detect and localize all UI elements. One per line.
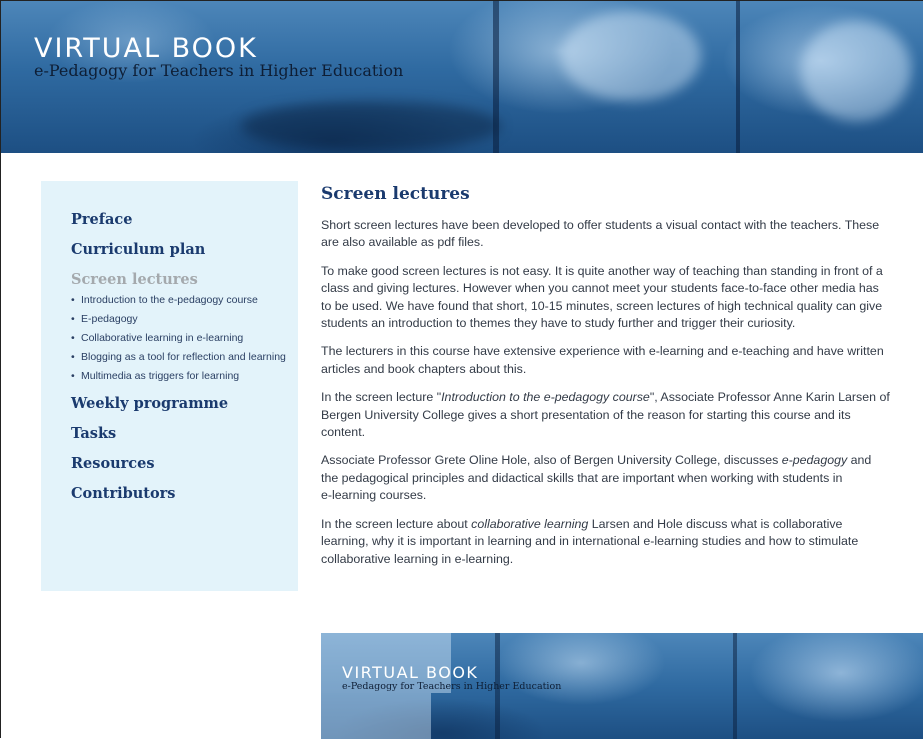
footer-logo[interactable]: VIRTUAL BOOK e-Pedagogy for Teachers in …	[342, 663, 562, 693]
site-subtitle: e-Pedagogy for Teachers in Higher Educat…	[34, 61, 404, 80]
sidebar-item-resources[interactable]: Resources	[71, 455, 298, 473]
paragraph-text: Associate Professor Grete Oline Hole, al…	[321, 453, 782, 468]
paragraph-text: Larsen and Hole discuss what is collabor…	[588, 516, 843, 531]
paragraph-text: collaborative learning in e-learning.	[321, 551, 514, 566]
paragraph-text: To make good screen lectures is not easy…	[321, 263, 883, 278]
sidebar-subitem[interactable]: Multimedia as triggers for learning	[71, 369, 286, 383]
emphasized-text: e-pedagogy	[781, 453, 848, 468]
sidebar-item-screen-lectures[interactable]: Screen lectures	[71, 271, 298, 289]
footer-subtitle: e-Pedagogy for Teachers in Higher Educat…	[342, 681, 562, 692]
banner-photo-light	[321, 693, 431, 739]
article-paragraph: To make good screen lectures is not easy…	[321, 263, 923, 333]
paragraph-text: Bergen University College gives a short …	[321, 407, 851, 422]
sidebar-subitem[interactable]: Blogging as a tool for reflection and le…	[71, 350, 286, 364]
sidebar-subnav: Introduction to the e-pedagogy course E-p…	[71, 293, 298, 383]
article-body: Short screen lectures have been develope…	[321, 217, 923, 568]
banner-photo-light	[801, 21, 911, 121]
paragraph-text: The lecturers in this course have extens…	[321, 344, 884, 359]
banner-logo[interactable]: VIRTUAL BOOK e-Pedagogy for Teachers in …	[34, 35, 403, 80]
emphasized-text: collaborative learning	[471, 516, 589, 531]
paragraph-text: articles and book chapters about this.	[321, 361, 527, 376]
paragraph-text: to be used. We have found that short, 10…	[321, 298, 883, 313]
paragraph-text: and	[847, 453, 872, 468]
paragraph-text: e-learning courses.	[321, 488, 427, 503]
article-paragraph: Associate Professor Grete Oline Hole, al…	[321, 452, 923, 504]
sidebar-item-tasks[interactable]: Tasks	[71, 425, 298, 443]
sidebar-subitem[interactable]: E-pedagogy	[71, 312, 286, 326]
footer-banner: VIRTUAL BOOK e-Pedagogy for Teachers in …	[321, 633, 923, 739]
paragraph-text: content.	[321, 425, 366, 440]
paragraph-text: learning, why it is important in learnin…	[321, 534, 859, 549]
paragraph-text: are also available as pdf files.	[321, 235, 484, 250]
footer-title: VIRTUAL BOOK	[342, 663, 479, 682]
sidebar-item-curriculum-plan[interactable]: Curriculum plan	[71, 241, 298, 259]
sidebar-subitem[interactable]: Collaborative learning in e-learning	[71, 331, 286, 345]
paragraph-text: the pedagogical principles and didactica…	[321, 470, 843, 485]
banner-photo-shadow	[241, 101, 501, 151]
sidebar-nav: Preface Curriculum plan Screen lectures Int…	[41, 181, 298, 503]
banner-photo-light	[561, 11, 701, 101]
paragraph-text: Short screen lectures have been develope…	[321, 218, 880, 232]
paragraph-text: ", Associate Professor Anne Karin Larsen…	[649, 390, 890, 405]
paragraph-text: In the screen lecture "	[321, 390, 442, 405]
sidebar-item-preface[interactable]: Preface	[71, 211, 298, 229]
main-content: Screen lectures Short screen lectures ha…	[321, 181, 923, 579]
sidebar-item-contributors[interactable]: Contributors	[71, 485, 298, 503]
sidebar-item-weekly-programme[interactable]: Weekly programme	[71, 395, 298, 413]
paragraph-text: students an introduction to themes they …	[321, 316, 796, 331]
banner-photo-pillar	[736, 1, 740, 153]
sidebar: Preface Curriculum plan Screen lectures Int…	[41, 181, 298, 591]
header-banner: VIRTUAL BOOK e-Pedagogy for Teachers in …	[1, 1, 923, 153]
banner-photo-pillar	[733, 633, 737, 739]
sidebar-subitem[interactable]: Introduction to the e-pedagogy course	[71, 293, 286, 307]
page-title: Screen lectures	[321, 184, 470, 204]
emphasized-text: Introduction to the e-pedagogy course	[441, 390, 650, 405]
site-title: VIRTUAL BOOK	[34, 33, 258, 64]
article-paragraph: In the screen lecture "Introduction to t…	[321, 389, 923, 441]
article-paragraph: Short screen lectures have been develope…	[321, 217, 923, 252]
article-paragraph: In the screen lecture about collaborativ…	[321, 516, 923, 568]
article-paragraph: The lecturers in this course have extens…	[321, 343, 923, 378]
paragraph-text: class and giving lectures. However when …	[321, 281, 879, 296]
paragraph-text: In the screen lecture about	[321, 516, 472, 531]
